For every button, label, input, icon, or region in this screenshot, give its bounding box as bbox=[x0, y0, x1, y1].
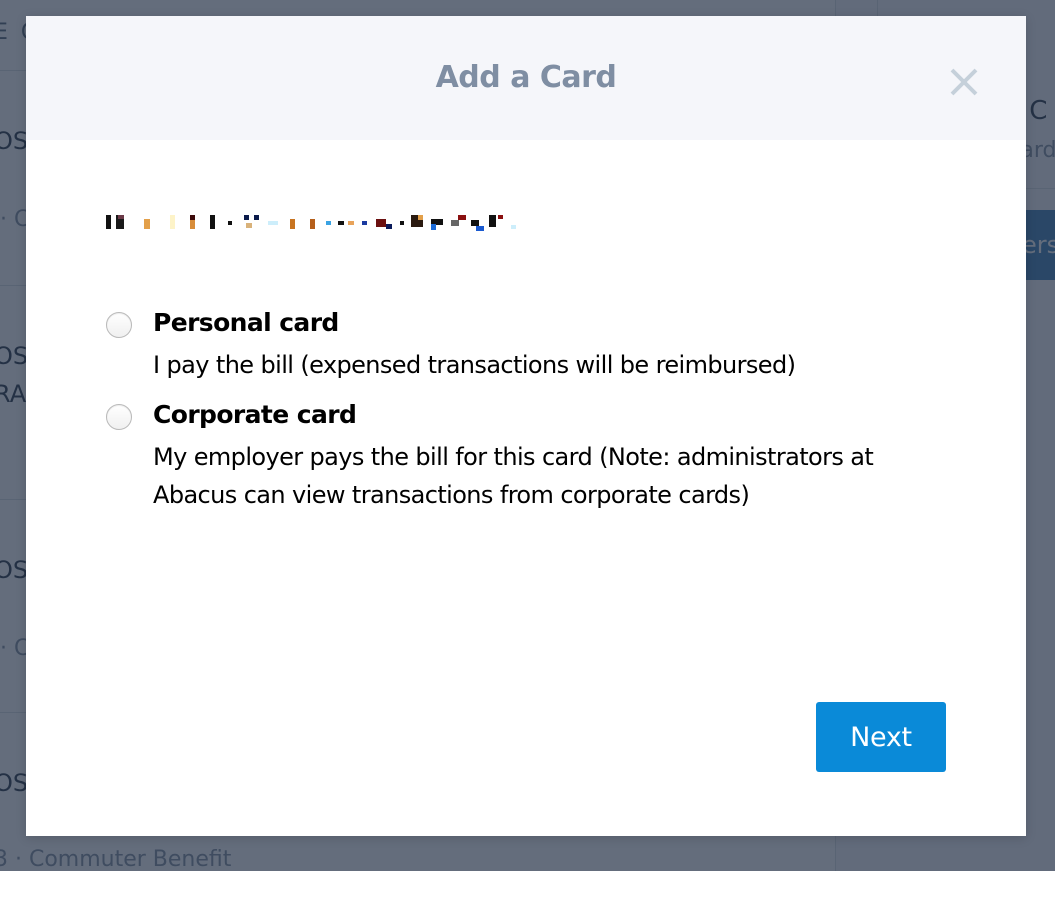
add-card-modal: Add a Card Personal card I pay the bill … bbox=[26, 16, 1026, 836]
option-description: I pay the bill (expensed transactions wi… bbox=[153, 351, 796, 379]
modal-header: Add a Card bbox=[26, 16, 1026, 140]
close-button[interactable] bbox=[946, 64, 982, 100]
next-button[interactable]: Next bbox=[816, 702, 946, 772]
redacted-text bbox=[106, 212, 521, 234]
radio-button-personal[interactable] bbox=[106, 312, 132, 338]
radio-button-corporate[interactable] bbox=[106, 404, 132, 430]
option-description: My employer pays the bill for this card … bbox=[153, 443, 874, 509]
option-label: Corporate card bbox=[153, 400, 357, 429]
option-label: Personal card bbox=[153, 308, 339, 337]
radio-option-corporate-card[interactable]: Corporate card My employer pays the bill… bbox=[106, 400, 986, 560]
modal-title: Add a Card bbox=[435, 60, 617, 95]
radio-option-personal-card[interactable]: Personal card I pay the bill (expensed t… bbox=[106, 308, 986, 388]
close-x-icon bbox=[946, 64, 982, 100]
